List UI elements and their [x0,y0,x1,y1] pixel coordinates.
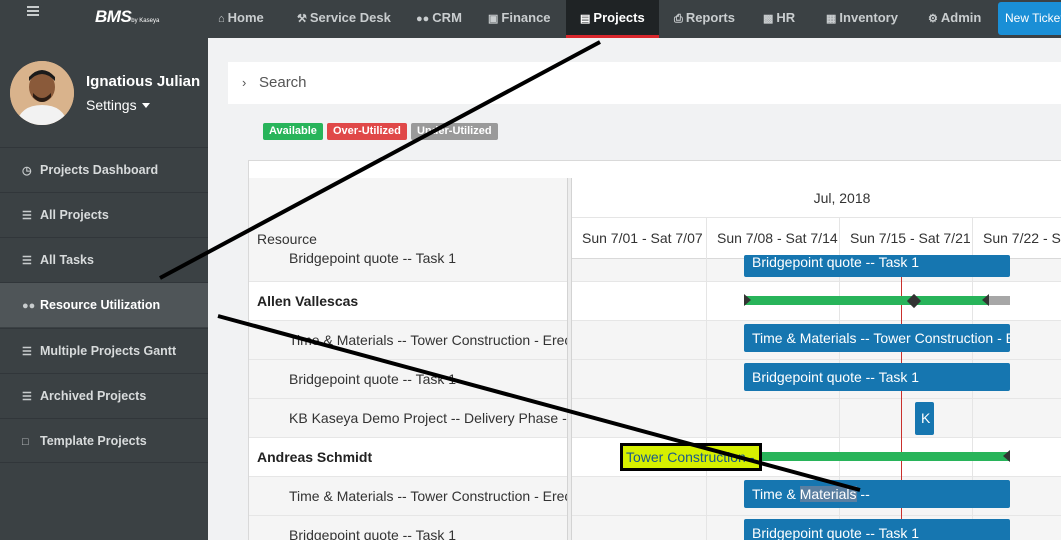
month-header: Jul, 2018 [572,178,1061,218]
list-item[interactable]: Time & Materials -- Tower Construction -… [249,477,567,516]
week-gridline [706,259,707,540]
week-header-1: Sun 7/01 - Sat 7/07 [582,230,703,246]
users-icon: ●● [22,300,36,312]
task-bar[interactable]: Bridgepoint quote -- Task 1 [744,363,1010,391]
user-name: Ignatious Julian [86,73,201,90]
money-icon: ▣ [488,13,499,25]
utilization-bar-under [989,296,1010,305]
gear-icon: ⚙ [928,13,938,25]
projects-icon: ▤ [580,13,591,25]
week-header-3: Sun 7/15 - Sat 7/21 [839,218,972,259]
chevron-right-icon[interactable]: › [242,75,246,90]
file-icon: □ [22,436,29,448]
utilization-bar-available [744,452,1010,461]
hamburger-menu-icon[interactable] [27,6,39,18]
list-item[interactable]: Allen Vallescas [249,282,567,321]
range-end-marker [982,294,989,306]
list-item[interactable]: Bridgepoint quote -- Task 1 [249,516,567,540]
legend-available: Available [263,123,323,140]
settings-dropdown[interactable]: Settings [86,97,150,113]
range-start-marker [744,294,751,306]
resource-gantt: Resource Jul, 2018 Sun 7/01 - Sat 7/07 S… [248,160,1061,540]
nav-inventory[interactable]: ▦ Inventory [826,0,898,38]
nav-home[interactable]: ⌂ Home [218,0,264,38]
list-item[interactable]: Time & Materials -- Tower Construction -… [249,321,567,360]
caret-down-icon [141,103,150,108]
timeline-header: Jul, 2018 Sun 7/01 - Sat 7/07 Sun 7/08 -… [572,178,1061,259]
range-end-marker [1003,450,1010,462]
search-bar[interactable]: › Search [228,62,1061,104]
list-icon: ☰ [22,210,32,222]
nav-reports[interactable]: ⎙ Reports [674,0,735,38]
list-item[interactable]: Bridgepoint quote -- Task 1 [249,360,567,399]
list-item[interactable]: Bridgepoint quote -- Task 1 [249,245,567,282]
sidebar-item-multiple-projects-gantt[interactable]: ☰ Multiple Projects Gantt [0,328,208,373]
timeline-row [572,399,1061,438]
sidebar-item-projects-dashboard[interactable]: ◷ Projects Dashboard [0,147,208,192]
user-profile: Ignatious Julian Settings [0,38,208,148]
selected-text: Materials [799,486,857,502]
users-icon: ●● [416,13,430,25]
home-icon: ⌂ [218,13,225,25]
nav-hr[interactable]: ▩ HR [763,0,795,38]
logo-text: BMS [95,7,132,26]
utilization-bar-available [744,296,989,305]
search-input[interactable]: Search [259,74,307,91]
sidebar-item-template-projects[interactable]: □ Template Projects [0,418,208,463]
task-bar[interactable]: Bridgepoint quote -- Task 1 [744,519,1010,540]
highlighted-task-text[interactable]: Tower Construction - Erection [620,443,762,471]
dashboard-icon: ◷ [22,165,32,177]
nav-service-desk[interactable]: ⚒ Service Desk [297,0,391,38]
sidebar-item-all-projects[interactable]: ☰ All Projects [0,192,208,237]
week-header-2: Sun 7/08 - Sat 7/14 [706,218,839,259]
wrench-icon: ⚒ [297,13,307,25]
nav-admin[interactable]: ⚙ Admin [928,0,981,38]
list-item[interactable]: KB Kaseya Demo Project -- Delivery Phase… [249,399,567,438]
task-bar[interactable]: Bridgepoint quote -- Task 1 [744,255,1010,277]
new-ticket-button[interactable]: New Ticket [998,2,1061,35]
print-icon: ⎙ [674,13,683,25]
sidebar: Ignatious Julian Settings ◷ Projects Dash… [0,38,208,540]
list-item[interactable]: Andreas Schmidt [249,438,567,477]
task-bar[interactable]: Time & Materials -- Tower Construction -… [744,324,1010,352]
list-icon: ☰ [22,391,32,403]
sidebar-item-all-tasks[interactable]: ☰ All Tasks [0,237,208,282]
avatar[interactable] [10,61,74,125]
sidebar-item-resource-utilization[interactable]: ●● Resource Utilization [0,282,208,327]
sliders-icon: ☰ [22,346,32,358]
list-icon: ☰ [22,255,32,267]
legend-under-utilized: Under-Utilized [411,123,498,140]
week-header-4: Sun 7/22 - Sat 7/28 [972,218,1061,259]
clipboard-icon: ▦ [826,13,837,25]
bms-logo[interactable]: BMSby Kaseya [95,7,159,27]
sidebar-item-archived-projects[interactable]: ☰ Archived Projects [0,373,208,418]
nav-finance[interactable]: ▣ Finance [488,0,551,38]
nav-projects[interactable]: ▤ Projects [566,0,659,38]
logo-subtext: by Kaseya [131,18,160,24]
top-navbar: BMSby Kaseya ⌂ Home ⚒ Service Desk ●● CRM ▣… [0,0,1061,38]
legend-over-utilized: Over-Utilized [327,123,407,140]
task-bar[interactable]: Time & Materials -- [744,480,1010,508]
task-bar[interactable]: K [915,402,934,435]
nav-crm[interactable]: ●● CRM [416,0,462,38]
briefcase-icon: ▩ [763,13,774,25]
